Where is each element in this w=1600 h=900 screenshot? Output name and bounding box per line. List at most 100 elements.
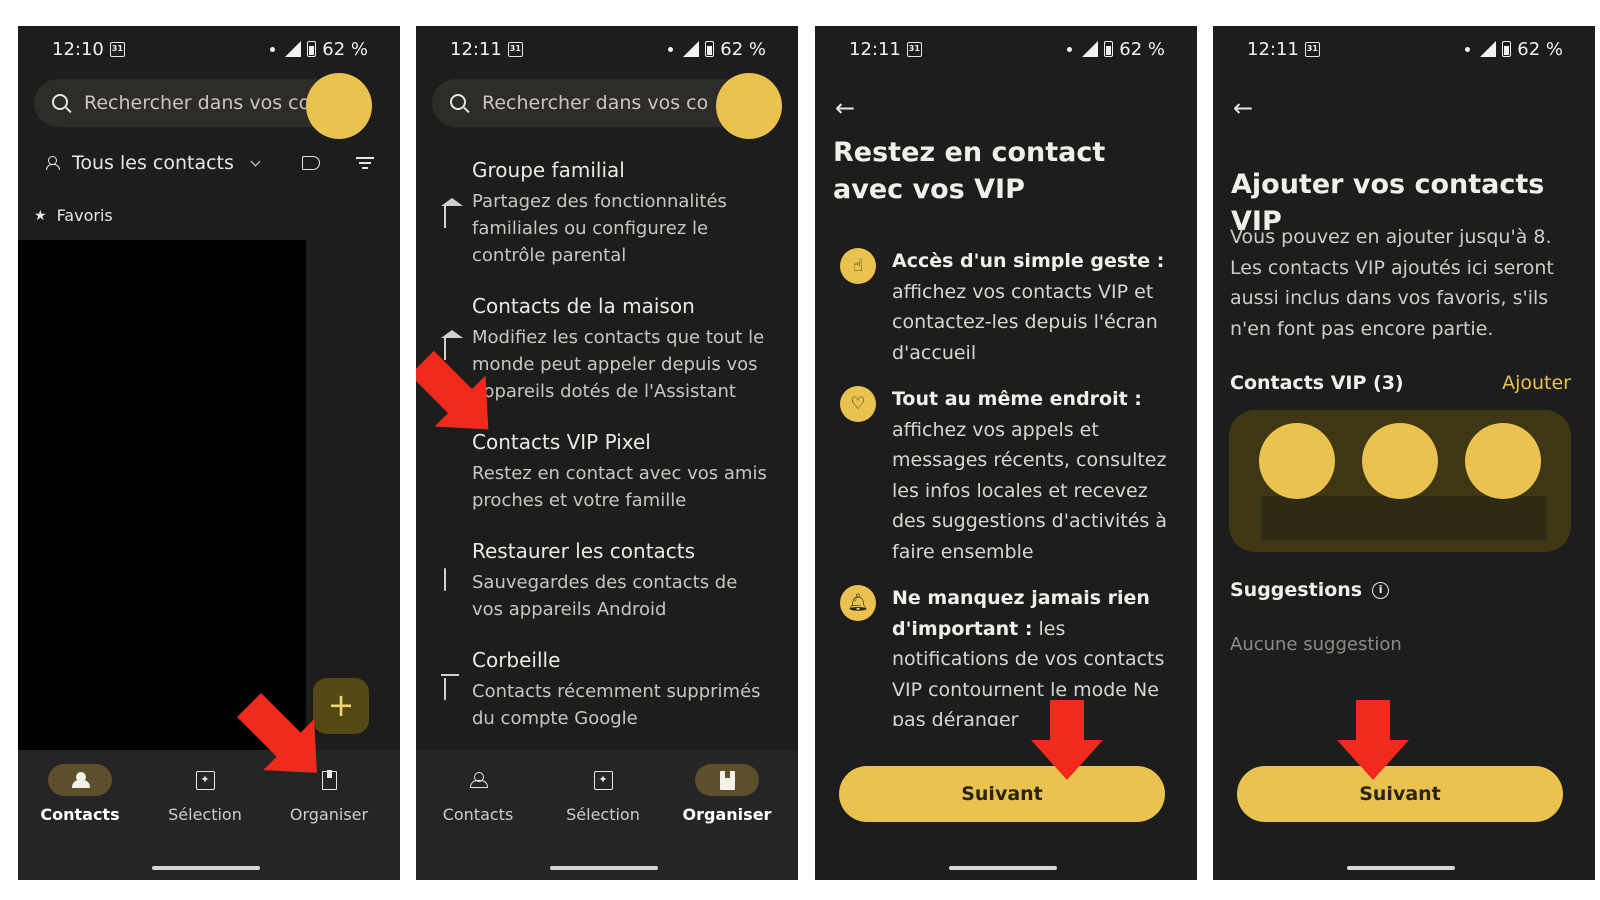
status-bar: 12:11 31 62 %: [1213, 26, 1595, 72]
signal-icon: [1082, 41, 1099, 57]
menu-item-title: Restaurer les contacts: [472, 539, 696, 563]
screen-contacts: 12:10 31 62 % Rechercher dans vos co... T…: [18, 26, 400, 880]
star-box-icon: ✦: [593, 770, 613, 790]
nav-contacts[interactable]: Contacts: [418, 764, 538, 824]
star-box-icon: ✦: [195, 770, 215, 790]
signal-icon: [683, 41, 700, 57]
vip-contacts-panel: [1229, 410, 1571, 552]
nav-selection[interactable]: ✦ Sélection: [543, 764, 663, 824]
add-vip-link[interactable]: Ajouter: [1502, 372, 1571, 394]
vip-avatar[interactable]: [1362, 423, 1438, 499]
nav-contacts-label: Contacts: [442, 805, 514, 824]
bottom-navigation: Contacts ✦ Sélection Organiser: [416, 750, 798, 880]
redacted-names-bar: [1261, 496, 1547, 540]
bookmark-book-icon: [321, 769, 337, 790]
search-input[interactable]: Rechercher dans vos co...: [84, 92, 309, 114]
bookmark-book-icon: [719, 769, 735, 790]
screen-add-vip: 12:11 31 62 % ← Ajouter vos contacts VIP …: [1213, 26, 1595, 880]
home-indicator[interactable]: [949, 866, 1057, 870]
annotation-arrow: [1031, 700, 1103, 780]
menu-item-title: Contacts de la maison: [472, 294, 695, 318]
notification-dot-icon: [270, 46, 276, 52]
battery-icon: [1502, 41, 1512, 57]
next-button[interactable]: Suivant: [839, 766, 1165, 822]
menu-item-desc: Restez en contact avec vos amis proches …: [472, 463, 767, 511]
calendar-icon: 31: [109, 41, 125, 57]
account-avatar[interactable]: [306, 73, 372, 139]
search-input[interactable]: Rechercher dans vos co...: [482, 92, 707, 114]
signal-icon: [285, 41, 302, 57]
nav-organiser-label: Organiser: [289, 805, 369, 824]
account-avatar[interactable]: [716, 73, 782, 139]
bell-icon: 🔔︎: [840, 585, 876, 621]
menu-item-desc: Partagez des fonctionnalités familiales …: [472, 191, 727, 266]
menu-item-desc: Contacts récemment supprimés du compte G…: [472, 681, 761, 729]
home-indicator[interactable]: [550, 866, 658, 870]
bottom-navigation: Contacts ✦ Sélection Organiser: [18, 750, 400, 880]
clock: 12:11: [1247, 38, 1299, 60]
screen-organiser: 12:11 31 62 % Rechercher dans vos co... G…: [416, 26, 798, 880]
filter-bar: Tous les contacts: [46, 152, 374, 174]
battery-level: 62 %: [322, 38, 368, 60]
chevron-down-icon: [250, 156, 261, 166]
battery-icon: [307, 41, 317, 57]
search-icon: [52, 93, 68, 110]
home-indicator[interactable]: [1347, 866, 1455, 870]
trash-icon: [434, 678, 456, 700]
menu-item-desc: Modifiez les contacts que tout le monde …: [472, 327, 765, 402]
account-filter-dropdown[interactable]: Tous les contacts: [46, 152, 261, 174]
status-bar: 12:11 31 62 %: [815, 26, 1197, 72]
clock: 12:10: [52, 38, 104, 60]
menu-item-title: Corbeille: [472, 648, 561, 672]
home-indicator[interactable]: [152, 866, 260, 870]
menu-item-desc: Sauvegardes des contacts de vos appareil…: [472, 572, 738, 620]
page-title: Restez en contact avec vos VIP: [833, 137, 1106, 205]
battery-level: 62 %: [1119, 38, 1165, 60]
battery-icon: [705, 41, 715, 57]
feature-text: affichez vos contacts VIP et contactez-l…: [892, 280, 1158, 364]
favorites-label: Favoris: [56, 206, 113, 225]
filter-icon[interactable]: [356, 157, 374, 169]
notification-dot-icon: [1067, 46, 1073, 52]
feature-title: Ne manquez jamais rien d'important :: [892, 587, 1150, 640]
filter-label: Tous les contacts: [72, 152, 234, 174]
person-icon: [470, 772, 488, 788]
nav-organiser[interactable]: Organiser: [667, 764, 787, 824]
vip-avatar[interactable]: [1259, 423, 1335, 499]
vip-avatar[interactable]: [1465, 423, 1541, 499]
clock: 12:11: [450, 38, 502, 60]
label-icon[interactable]: [302, 156, 320, 170]
battery-icon: [1104, 41, 1114, 57]
nav-organiser-label: Organiser: [682, 805, 772, 824]
nav-contacts[interactable]: Contacts: [20, 764, 140, 824]
back-arrow-icon[interactable]: ←: [835, 94, 855, 122]
menu-item-title: Groupe familial: [472, 158, 625, 182]
calendar-icon: 31: [1304, 41, 1320, 57]
cloud-restore-icon: [434, 568, 456, 591]
feature-text: affichez vos appels et messages récents,…: [892, 418, 1168, 563]
vip-count-label: Contacts VIP (3): [1230, 372, 1404, 394]
info-icon[interactable]: i: [1372, 581, 1390, 599]
no-suggestions-text: Aucune suggestion: [1230, 634, 1402, 655]
annotation-arrow: [1337, 700, 1409, 780]
nav-selection[interactable]: ✦ Sélection: [145, 764, 265, 824]
back-arrow-icon[interactable]: ←: [1233, 94, 1253, 122]
nav-selection-label: Sélection: [168, 805, 242, 824]
people-icon: [46, 156, 64, 170]
person-icon: [72, 772, 90, 788]
family-house-icon: [434, 206, 456, 228]
notification-dot-icon: [668, 46, 674, 52]
battery-level: 62 %: [1517, 38, 1563, 60]
menu-item-title: Contacts VIP Pixel: [472, 430, 651, 454]
star-icon: ★: [34, 207, 47, 224]
redacted-contacts-area: [18, 240, 306, 754]
favorites-header: ★ Favoris: [34, 206, 113, 225]
calendar-icon: 31: [507, 41, 523, 57]
page-description: Vous pouvez en ajouter jusqu'à 8. Les co…: [1230, 226, 1554, 340]
battery-level: 62 %: [720, 38, 766, 60]
feature-title: Accès d'un simple geste :: [892, 250, 1165, 272]
nav-contacts-label: Contacts: [40, 805, 120, 824]
search-icon: [450, 93, 466, 110]
notification-dot-icon: [1465, 46, 1471, 52]
suggestions-header: Suggestions i: [1230, 579, 1390, 601]
